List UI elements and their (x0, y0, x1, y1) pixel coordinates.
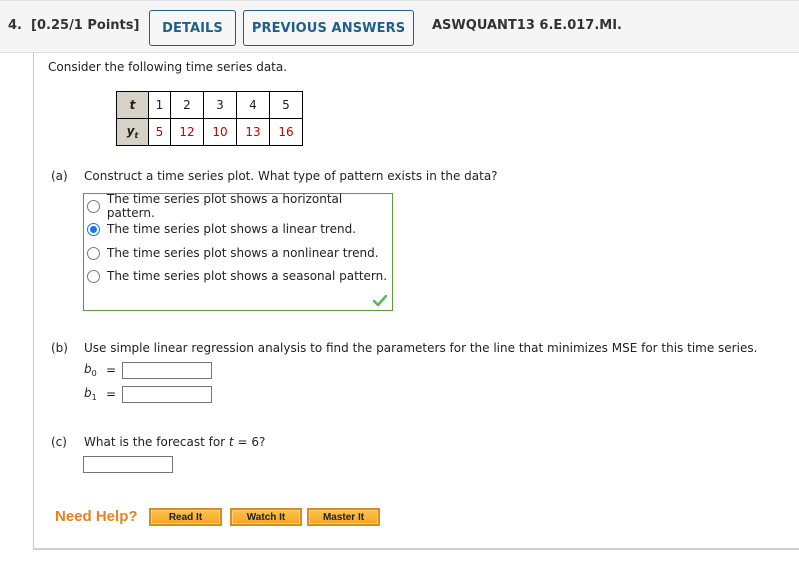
y-header-sub: t (134, 131, 139, 140)
y-cell: 12 (170, 118, 204, 146)
y-cell: 16 (269, 118, 303, 146)
equals-sign: = (106, 363, 117, 377)
part-c-question: What is the forecast for t = 6? (84, 435, 265, 449)
table-row-y: yt 5 12 10 13 16 (116, 118, 303, 146)
question-points: 4. [0.25/1 Points] (8, 18, 139, 33)
read-it-button[interactable]: Read It (149, 508, 222, 526)
t-cell: 2 (170, 91, 204, 119)
question-number: 4. (8, 18, 22, 33)
part-c-question-pre: What is the forecast for (84, 435, 229, 449)
b1-input[interactable] (122, 385, 212, 403)
watch-it-button[interactable]: Watch It (230, 508, 302, 526)
time-series-table: t 1 2 3 4 5 yt 5 12 10 13 16 (116, 91, 303, 146)
y-cell: 5 (148, 118, 171, 146)
b0-input[interactable] (122, 361, 212, 379)
b0-row: b0 = (84, 360, 212, 380)
choice-seasonal[interactable]: The time series plot shows a seasonal pa… (87, 267, 387, 285)
points-score: [0.25/1 Points] (31, 18, 140, 33)
b0-label: b0 (84, 362, 106, 378)
part-b-label: (b) (51, 341, 68, 355)
b1-row: b1 = (84, 384, 212, 404)
radio-button[interactable] (87, 246, 100, 260)
b1-sub: 1 (91, 393, 97, 402)
t-cell: 5 (269, 91, 303, 119)
question-body: Consider the following time series data.… (33, 53, 799, 550)
y-cell: 13 (236, 118, 270, 146)
choice-label: The time series plot shows a seasonal pa… (107, 269, 388, 283)
b0-var: b (84, 362, 92, 376)
choice-linear[interactable]: The time series plot shows a linear tren… (87, 220, 356, 238)
choice-nonlinear[interactable]: The time series plot shows a nonlinear t… (87, 244, 379, 262)
part-a-question: Construct a time series plot. What type … (84, 169, 498, 183)
part-a-choices: The time series plot shows a horizontal … (83, 192, 393, 311)
need-help-label: Need Help? (55, 508, 138, 525)
choice-label: The time series plot shows a nonlinear t… (107, 246, 379, 260)
b1-label: b1 (84, 386, 106, 402)
part-b-question: Use simple linear regression analysis to… (84, 341, 758, 355)
previous-answers-button[interactable]: PREVIOUS ANSWERS (243, 10, 414, 46)
assignment-code: ASWQUANT13 6.E.017.MI. (432, 18, 622, 33)
radio-button-selected[interactable] (87, 222, 100, 236)
choice-label: The time series plot shows a linear tren… (107, 222, 357, 236)
t-cell: 3 (203, 91, 237, 119)
check-icon (373, 295, 387, 306)
choice-label: The time series plot shows a horizontal … (106, 192, 343, 220)
master-it-button[interactable]: Master It (307, 508, 380, 526)
b0-sub: 0 (91, 369, 97, 378)
y-header: yt (116, 118, 149, 146)
y-cell: 10 (203, 118, 237, 146)
t-header: t (116, 91, 149, 119)
choice-horizontal[interactable]: The time series plot shows a horizontal … (87, 192, 392, 220)
question-header: 4. [0.25/1 Points] DETAILS PREVIOUS ANSW… (0, 0, 799, 53)
part-c-label: (c) (51, 435, 67, 449)
t-cell: 4 (236, 91, 270, 119)
b1-var: b (84, 386, 92, 400)
table-row-t: t 1 2 3 4 5 (116, 91, 303, 119)
forecast-input[interactable] (83, 456, 173, 473)
radio-button[interactable] (87, 269, 100, 283)
radio-button[interactable] (87, 199, 100, 213)
part-a-label: (a) (51, 169, 68, 183)
equals-sign: = (106, 387, 117, 401)
intro-text: Consider the following time series data. (48, 60, 288, 74)
part-c-question-post: = 6? (233, 435, 266, 449)
t-cell: 1 (148, 91, 171, 119)
y-header-var: y (126, 124, 135, 138)
details-button[interactable]: DETAILS (149, 10, 236, 46)
